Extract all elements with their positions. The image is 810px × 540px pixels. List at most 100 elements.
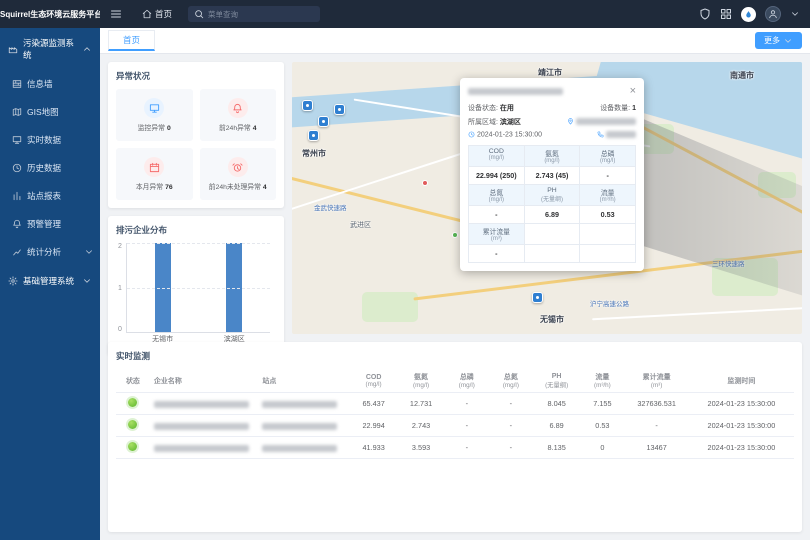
sidebar-item[interactable]: 实时数据	[0, 126, 100, 154]
avatar[interactable]	[765, 6, 781, 22]
column-header: 总磷(mg/l)	[445, 369, 489, 393]
table-cell: 0.53	[580, 415, 624, 437]
map-label-road: 金武快速路	[314, 202, 347, 212]
table-cell: 7.155	[580, 393, 624, 415]
table-cell: 3.593	[397, 437, 444, 459]
table-row[interactable]: 41.9333.593--8.1350134672024-01-23 15:30…	[116, 437, 794, 459]
time-cell: 2024-01-23 15:30:00	[689, 415, 794, 437]
table-cell: -	[445, 415, 489, 437]
map-label-city: 无锡市	[540, 314, 564, 325]
station-marker-icon[interactable]	[308, 130, 319, 141]
map[interactable]: 靖江市南通市常州市武进区金武快速路无锡市三环快速路沪宁高速公路 × 设备状态: …	[292, 62, 802, 334]
station-marker-icon[interactable]	[532, 292, 543, 303]
map-icon	[12, 107, 22, 117]
redacted-company-name	[154, 423, 249, 430]
table-cell: 13467	[624, 437, 688, 459]
table-header-row: 状态企业名称站点COD(mg/l)氨氮(mg/l)总磷(mg/l)总氮(mg/l…	[116, 369, 794, 393]
region: 所属区域: 滨湖区	[468, 117, 521, 127]
popup-field-row: 2024-01-23 15:30:00	[468, 131, 636, 138]
map-label-road: 沪宁高速公路	[590, 298, 629, 308]
popup-header: ×	[468, 86, 636, 97]
abnormal-tile[interactable]: 前24h未处理异常4	[200, 148, 277, 200]
popup-metric-value: 6.89	[525, 206, 581, 224]
y-tick-label: 2	[118, 243, 122, 250]
history-icon	[12, 163, 22, 173]
popup-metric-value: 2.743 (45)	[525, 167, 581, 185]
column-header: 企业名称	[150, 369, 258, 393]
column-header: 总氮(mg/l)	[489, 369, 533, 393]
chart-gridline	[127, 243, 270, 244]
tab-home[interactable]: 首页	[108, 30, 155, 51]
calendar-icon	[144, 157, 164, 177]
chart-plot-area: 无锡市滨湖区	[126, 243, 270, 333]
table-cell: 6.89	[533, 415, 580, 437]
shield-icon[interactable]	[699, 8, 711, 20]
table-cell: -	[489, 437, 533, 459]
report-icon	[12, 191, 22, 201]
gear-icon	[8, 276, 18, 286]
station-marker-icon[interactable]	[334, 104, 345, 115]
station-marker-icon[interactable]	[302, 100, 313, 111]
abnormal-tile[interactable]: 本月异常76	[116, 148, 193, 200]
sidebar-item[interactable]: 历史数据	[0, 154, 100, 182]
popup-metric-header: 累计流量(m³)	[469, 224, 525, 245]
menu-icon[interactable]	[110, 8, 122, 20]
chart-y-axis: 210	[116, 243, 126, 347]
station-marker-icon[interactable]	[318, 116, 329, 127]
station-cell	[258, 415, 350, 437]
abnormal-tile[interactable]: 前24h异常4	[200, 89, 277, 141]
sidebar-item[interactable]: 信息墙	[0, 70, 100, 98]
factory-icon	[8, 44, 18, 54]
table-cell: 41.933	[350, 437, 397, 459]
status-online-icon	[128, 442, 137, 451]
table-cell: 12.731	[397, 393, 444, 415]
sidebar-item[interactable]: GIS地图	[0, 98, 100, 126]
table-row[interactable]: 22.9942.743--6.890.53-2024-01-23 15:30:0…	[116, 415, 794, 437]
sidebar-item[interactable]: 站点报表	[0, 182, 100, 210]
table-cell: 327636.531	[624, 393, 688, 415]
abnormal-panel: 异常状况 监控异常0前24h异常4 本月异常76 前24h未处理异常4	[108, 62, 284, 208]
chart-title: 排污企业分布	[116, 224, 276, 236]
abnormal-panel-title: 异常状况	[116, 70, 276, 82]
breadcrumb-home-label: 首页	[155, 8, 172, 20]
sidebar-section[interactable]: 基础管理系统	[0, 266, 100, 296]
header-actions	[699, 6, 810, 22]
table-cell: 65.437	[350, 393, 397, 415]
main-area: 首页 更多 异常状况 监控异常0前24h异常4本月异常76前24h未处理异常4 …	[100, 28, 810, 540]
popup-metric-header: 氨氮(mg/l)	[525, 146, 581, 167]
poi-marker-icon[interactable]	[422, 180, 428, 186]
popup-metric-header: 总磷(mg/l)	[580, 146, 636, 167]
wall-icon	[12, 79, 22, 89]
map-park	[362, 292, 418, 322]
tile-label: 本月异常76	[136, 181, 173, 191]
map-label-city: 常州市	[302, 148, 326, 159]
sidebar-item[interactable]: 预警管理	[0, 210, 100, 238]
abnormal-tile[interactable]: 监控异常0	[116, 89, 193, 141]
y-tick-label: 1	[118, 285, 122, 292]
column-header: 氨氮(mg/l)	[397, 369, 444, 393]
popup-metric-header: COD(mg/l)	[469, 146, 525, 167]
sidebar-item[interactable]: 统计分析	[0, 238, 100, 266]
apps-icon[interactable]	[720, 8, 732, 20]
redacted-company-name	[154, 445, 249, 452]
status-cell	[116, 415, 150, 437]
close-icon[interactable]: ×	[630, 86, 636, 97]
popup-datetime: 2024-01-23 15:30:00	[468, 131, 542, 138]
popup-metric-value: 0.53	[580, 206, 636, 224]
sidebar: 污染源监测系统信息墙GIS地图实时数据历史数据站点报表预警管理统计分析基础管理系…	[0, 28, 100, 540]
water-drop-badge-icon[interactable]	[741, 7, 756, 22]
more-button[interactable]: 更多	[755, 32, 802, 49]
chevron-down-icon[interactable]	[790, 9, 800, 19]
distribution-chart-panel: 排污企业分布 210 无锡市滨湖区	[108, 216, 284, 355]
table-cell: 0	[580, 437, 624, 459]
tab-home-label: 首页	[123, 35, 140, 45]
breadcrumb-home[interactable]: 首页	[132, 0, 182, 28]
map-label-city: 南通市	[730, 70, 754, 81]
company-name-cell	[150, 415, 258, 437]
chevron-down-icon	[82, 276, 92, 286]
sidebar-section[interactable]: 污染源监测系统	[0, 28, 100, 70]
x-tick-label: 滨湖区	[224, 334, 245, 344]
search-input[interactable]	[208, 10, 314, 19]
poi-marker-icon[interactable]	[452, 232, 458, 238]
table-row[interactable]: 65.43712.731--8.0457.155327636.5312024-0…	[116, 393, 794, 415]
